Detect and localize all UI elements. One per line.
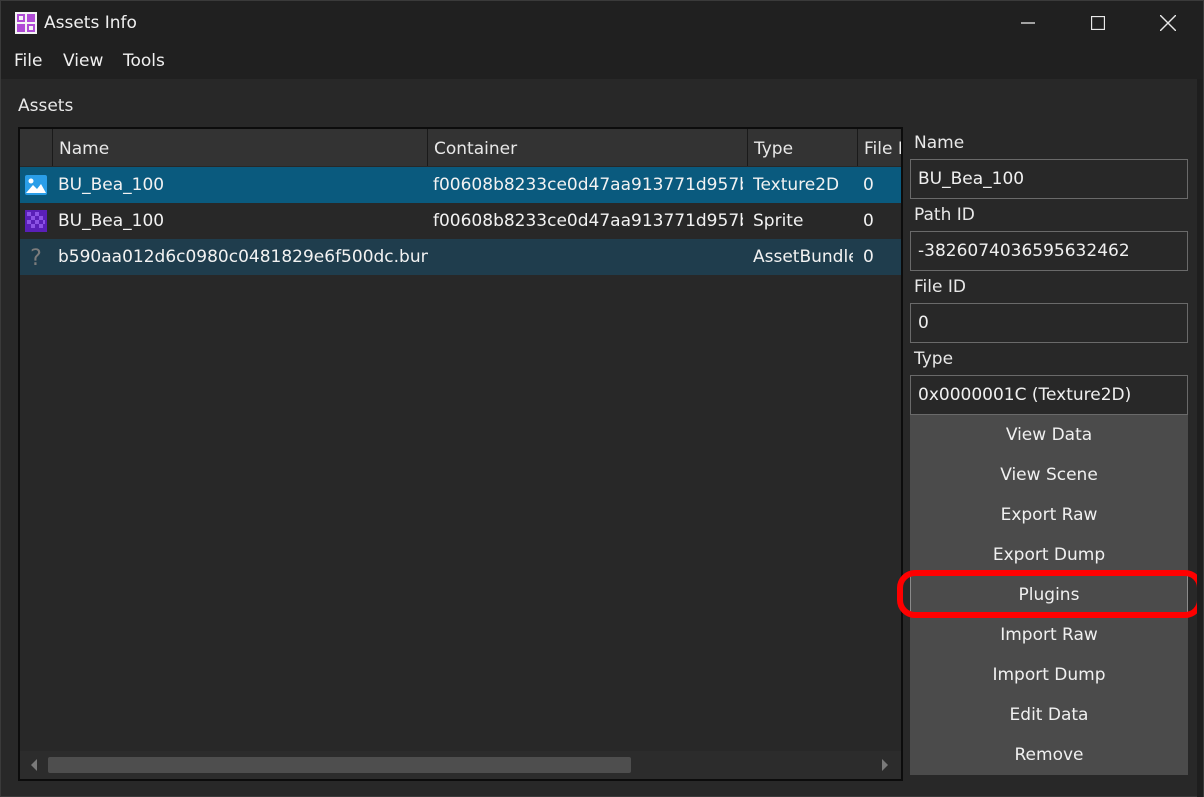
menu-bar: File View Tools xyxy=(1,45,1203,79)
table-header: Name Container Type File I xyxy=(20,129,901,166)
window-right-edge xyxy=(1197,79,1203,797)
name-field[interactable]: BU_Bea_100 xyxy=(910,159,1188,199)
file-id-label: File ID xyxy=(914,277,966,297)
column-header-name[interactable]: Name xyxy=(52,129,427,166)
minimize-icon xyxy=(1021,22,1035,24)
view-data-button[interactable]: View Data xyxy=(910,415,1188,455)
cell-file-id: 0 xyxy=(863,175,874,195)
view-scene-button[interactable]: View Scene xyxy=(910,455,1188,495)
texture-image-icon xyxy=(25,175,47,195)
menu-view[interactable]: View xyxy=(63,51,103,71)
scroll-right-icon[interactable] xyxy=(882,759,888,771)
plugins-button[interactable]: Plugins xyxy=(910,575,1188,615)
question-mark-icon: ? xyxy=(30,246,42,269)
remove-button[interactable]: Remove xyxy=(910,735,1188,775)
cell-file-id: 0 xyxy=(863,247,874,267)
assets-table[interactable]: Name Container Type File I BU_Bea_100 f0… xyxy=(18,127,903,781)
close-icon xyxy=(1160,15,1176,31)
assets-section-label: Assets xyxy=(18,96,74,116)
column-header-file-id[interactable]: File I xyxy=(857,129,901,166)
cell-container xyxy=(433,239,743,275)
app-logo-icon xyxy=(15,12,37,34)
cell-name: b590aa012d6c0980c0481829e6f500dc.bundle xyxy=(58,247,428,267)
window-title: Assets Info xyxy=(44,13,137,33)
horizontal-scrollbar[interactable] xyxy=(20,751,901,779)
export-dump-button[interactable]: Export Dump xyxy=(910,535,1188,575)
type-label: Type xyxy=(914,349,954,369)
table-row[interactable]: BU_Bea_100 f00608b8233ce0d47aa913771d957… xyxy=(20,167,901,203)
scrollbar-thumb[interactable] xyxy=(48,757,631,773)
cell-type: Sprite xyxy=(753,211,804,231)
file-id-field[interactable]: 0 xyxy=(910,303,1188,343)
cell-name: BU_Bea_100 xyxy=(58,175,165,195)
cell-name: BU_Bea_100 xyxy=(58,211,165,231)
cell-type: Texture2D xyxy=(753,175,840,195)
close-button[interactable] xyxy=(1133,1,1203,45)
name-label: Name xyxy=(914,133,965,153)
export-raw-button[interactable]: Export Raw xyxy=(910,495,1188,535)
path-id-label: Path ID xyxy=(914,205,975,225)
scroll-left-icon[interactable] xyxy=(31,759,37,771)
import-dump-button[interactable]: Import Dump xyxy=(910,655,1188,695)
cell-container: f00608b8233ce0d47aa913771d957b70 xyxy=(433,175,743,195)
table-row[interactable]: ? b590aa012d6c0980c0481829e6f500dc.bundl… xyxy=(20,239,901,275)
minimize-button[interactable] xyxy=(993,1,1063,45)
type-field[interactable]: 0x0000001C (Texture2D) xyxy=(910,375,1188,415)
cell-file-id: 0 xyxy=(863,211,874,231)
svg-text:?: ? xyxy=(30,246,42,269)
path-id-field[interactable]: -3826074036595632462 xyxy=(910,231,1188,271)
edit-data-button[interactable]: Edit Data xyxy=(910,695,1188,735)
column-header-container[interactable]: Container xyxy=(427,129,747,166)
column-header-icon[interactable] xyxy=(20,129,52,166)
table-row[interactable]: BU_Bea_100 f00608b8233ce0d47aa913771d957… xyxy=(20,203,901,239)
maximize-button[interactable] xyxy=(1063,1,1133,45)
maximize-icon xyxy=(1091,16,1105,30)
column-header-type[interactable]: Type xyxy=(747,129,857,166)
cell-container: f00608b8233ce0d47aa913771d957b70 xyxy=(433,211,743,231)
title-bar[interactable]: Assets Info xyxy=(1,1,1203,45)
assets-info-window: Assets Info File View Tools Assets Name … xyxy=(0,0,1204,797)
menu-file[interactable]: File xyxy=(14,51,42,71)
menu-tools[interactable]: Tools xyxy=(123,51,165,71)
sprite-grid-icon xyxy=(25,210,47,232)
cell-type: AssetBundle xyxy=(753,247,853,267)
import-raw-button[interactable]: Import Raw xyxy=(910,615,1188,655)
